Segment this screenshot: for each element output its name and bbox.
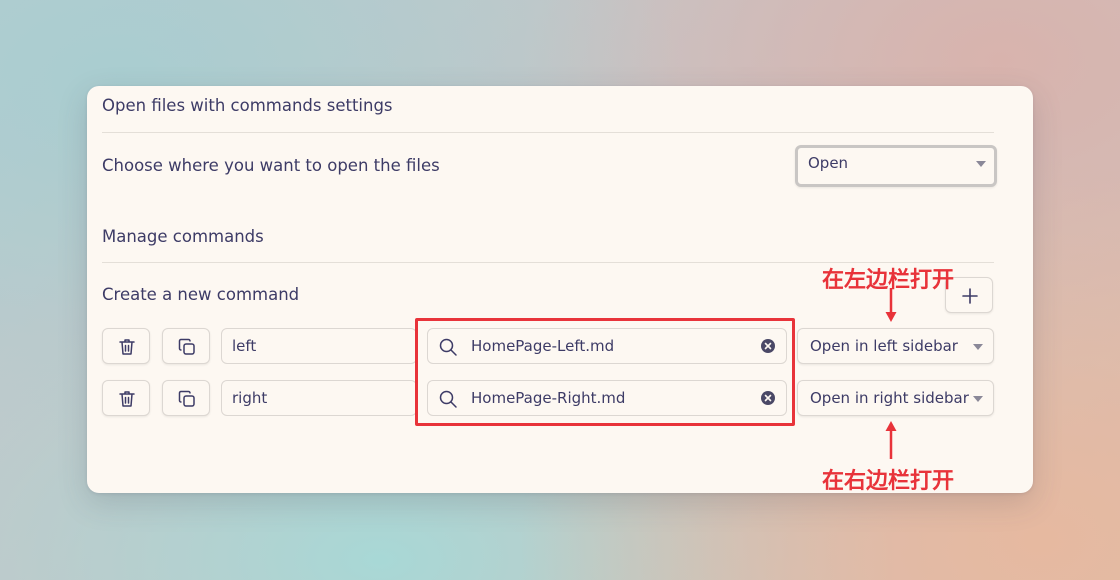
manage-commands-heading: Manage commands xyxy=(102,227,264,246)
clear-icon[interactable] xyxy=(760,390,776,406)
search-icon xyxy=(439,338,457,356)
settings-title: Open files with commands settings xyxy=(102,96,393,115)
file-search-input[interactable]: HomePage-Right.md xyxy=(427,380,787,416)
open-location-value: Open xyxy=(808,154,849,172)
chevron-down-icon xyxy=(976,161,986,167)
duplicate-command-button[interactable] xyxy=(162,380,210,416)
command-location-value: Open in right sidebar xyxy=(810,389,969,407)
delete-command-button[interactable] xyxy=(102,380,150,416)
delete-command-button[interactable] xyxy=(102,328,150,364)
arrow-down-icon xyxy=(885,288,897,322)
open-location-dropdown[interactable]: Open xyxy=(795,145,997,187)
arrow-up-icon xyxy=(885,421,897,459)
command-location-dropdown[interactable]: Open in left sidebar xyxy=(797,328,994,364)
create-command-label: Create a new command xyxy=(102,285,300,304)
chevron-down-icon xyxy=(973,396,983,402)
trash-icon xyxy=(119,339,135,355)
duplicate-command-button[interactable] xyxy=(162,328,210,364)
copy-icon xyxy=(178,338,195,355)
file-search-input[interactable]: HomePage-Left.md xyxy=(427,328,787,364)
plus-icon xyxy=(962,288,978,304)
clear-icon[interactable] xyxy=(760,338,776,354)
search-icon xyxy=(439,390,457,408)
annotation-right: 在右边栏打开 xyxy=(822,469,955,494)
divider xyxy=(102,132,994,133)
command-name-input[interactable]: right xyxy=(221,380,417,416)
open-location-label: Choose where you want to open the files xyxy=(102,156,440,175)
copy-icon xyxy=(178,390,195,407)
file-search-value: HomePage-Right.md xyxy=(471,389,626,407)
command-name-input[interactable]: left xyxy=(221,328,417,364)
chevron-down-icon xyxy=(973,344,983,350)
trash-icon xyxy=(119,391,135,407)
command-location-value: Open in left sidebar xyxy=(810,337,958,355)
command-location-dropdown[interactable]: Open in right sidebar xyxy=(797,380,994,416)
file-search-value: HomePage-Left.md xyxy=(471,337,615,355)
